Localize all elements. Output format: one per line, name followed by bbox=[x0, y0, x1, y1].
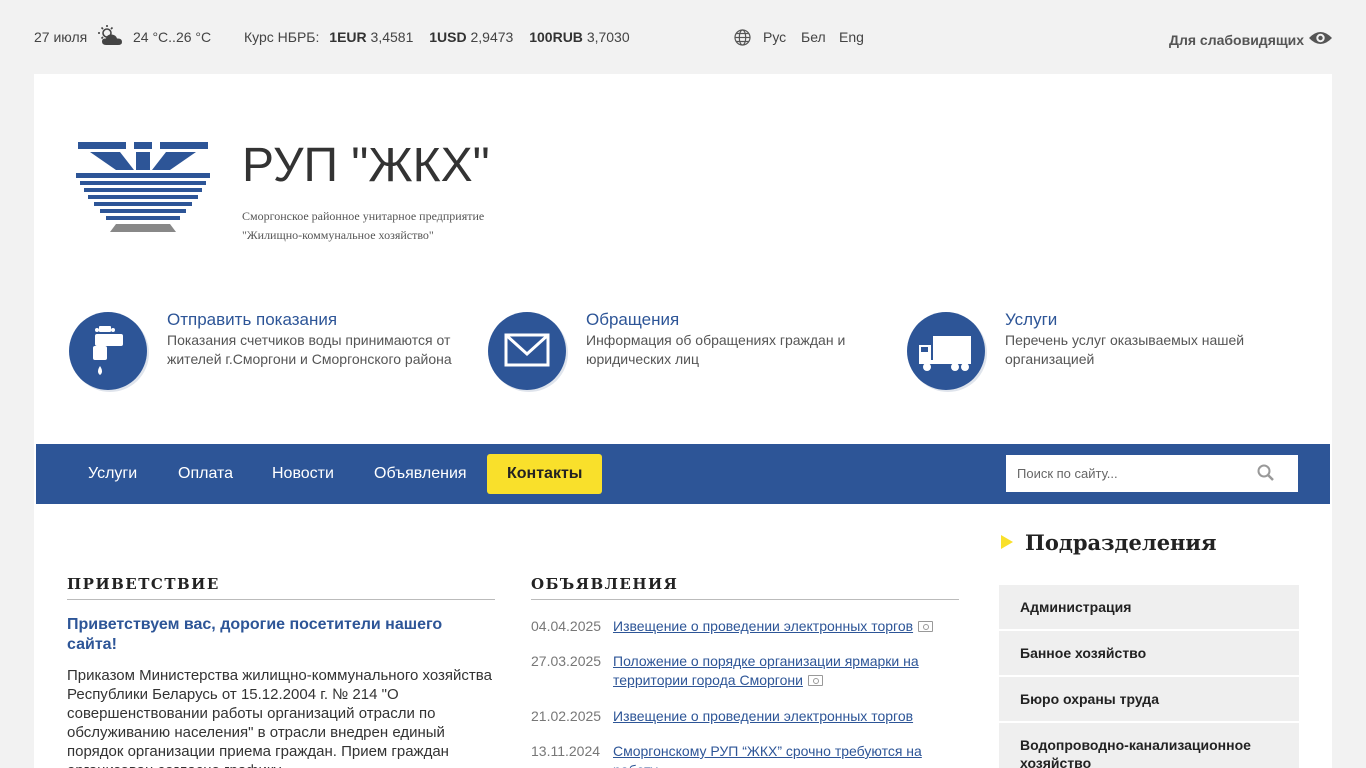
search-input[interactable] bbox=[1006, 455, 1256, 492]
nav-item-announcements[interactable]: Объявления bbox=[354, 454, 487, 494]
nav-item-contacts[interactable]: Контакты bbox=[487, 454, 603, 494]
rate-value: 2,9473 bbox=[470, 29, 514, 45]
welcome-text: Приказом Министерства жилищно-коммунальн… bbox=[67, 667, 492, 768]
sidebar-item-administration[interactable]: Администрация bbox=[999, 585, 1299, 629]
feature-title[interactable]: Отправить показания bbox=[167, 310, 337, 330]
main-nav: Услуги Оплата Новости Объявления Контакт… bbox=[36, 444, 1330, 504]
truck-icon bbox=[919, 336, 971, 371]
image-icon bbox=[807, 674, 823, 686]
temperature: 24 °C..26 °C bbox=[133, 29, 212, 45]
envelope-icon bbox=[504, 333, 550, 367]
sidebar-item-labor-safety[interactable]: Бюро охраны труда bbox=[999, 677, 1299, 721]
nav-item-news[interactable]: Новости bbox=[252, 454, 354, 494]
welcome-heading: ПРИВЕТСТВИЕ bbox=[67, 575, 220, 593]
feature-services[interactable]: Услуги Перечень услуг оказываемых нашей … bbox=[907, 310, 1287, 400]
feature-circle[interactable] bbox=[488, 312, 566, 390]
logo-icon[interactable] bbox=[76, 140, 210, 236]
rate-value: 3,4581 bbox=[370, 29, 414, 45]
eye-icon[interactable] bbox=[1308, 29, 1333, 47]
globe-icon bbox=[734, 29, 751, 46]
feature-circle[interactable] bbox=[69, 312, 147, 390]
top-bar: 27 июля 24 °C..26 °C Курс НБРБ: 1EUR 3,4… bbox=[0, 0, 1366, 74]
announcement-date: 21.02.2025 bbox=[531, 708, 602, 724]
water-tap-icon bbox=[93, 326, 123, 375]
rate-code: 1EUR bbox=[329, 29, 367, 45]
announcement-date: 04.04.2025 bbox=[531, 618, 602, 634]
current-date: 27 июля bbox=[34, 29, 88, 45]
announcement-date: 27.03.2025 bbox=[531, 653, 602, 669]
lang-be[interactable]: Бел bbox=[801, 29, 826, 45]
feature-title[interactable]: Услуги bbox=[1005, 310, 1057, 330]
accessibility-link[interactable]: Для слабовидящих bbox=[1169, 32, 1304, 48]
announcement-link[interactable]: Извещение о проведении электронных торго… bbox=[613, 617, 943, 636]
search-icon[interactable] bbox=[1256, 463, 1276, 483]
rate-code: 100RUB bbox=[529, 29, 583, 45]
lang-en[interactable]: Eng bbox=[839, 29, 864, 45]
sidebar-item-label: Банное хозяйство bbox=[1020, 645, 1147, 661]
image-icon bbox=[918, 620, 934, 632]
divider bbox=[531, 599, 959, 600]
sidebar-item-label: Администрация bbox=[1020, 599, 1132, 615]
announcement-text[interactable]: Извещение о проведении электронных торго… bbox=[613, 708, 913, 724]
feature-description: Информация об обращениях граждан и юриди… bbox=[586, 332, 846, 367]
subtitle-line: "Жилищно-коммунальное хозяйство" bbox=[242, 228, 434, 242]
rates-label: Курс НБРБ: bbox=[244, 29, 320, 45]
rate-value: 3,7030 bbox=[586, 29, 630, 45]
site-subtitle: Сморгонское районное унитарное предприят… bbox=[242, 207, 484, 245]
feature-title[interactable]: Обращения bbox=[586, 310, 679, 330]
feature-description: Показания счетчиков воды принимаются от … bbox=[167, 332, 452, 367]
feature-meter-readings[interactable]: Отправить показания Показания счетчиков … bbox=[69, 310, 452, 400]
announcements-heading: ОБЪЯВЛЕНИЯ bbox=[531, 575, 679, 593]
partly-cloudy-icon bbox=[98, 25, 122, 45]
announcement-text[interactable]: Извещение о проведении электронных торго… bbox=[613, 618, 913, 634]
exchange-rates: Курс НБРБ: 1EUR 3,4581 1USD 2,9473 100RU… bbox=[244, 29, 630, 45]
nav-item-payment[interactable]: Оплата bbox=[158, 454, 253, 494]
subtitle-line: Сморгонское районное унитарное предприят… bbox=[242, 209, 485, 223]
nav-item-services[interactable]: Услуги bbox=[68, 454, 157, 494]
sidebar-item-label: Бюро охраны труда bbox=[1020, 691, 1159, 707]
announcement-link[interactable]: Положение о порядке организации ярмарки … bbox=[613, 652, 943, 690]
lang-ru[interactable]: Рус bbox=[763, 29, 786, 45]
sidebar-item-label: Водопроводно-канализационное хозяйство bbox=[1020, 737, 1251, 768]
welcome-title: Приветствуем вас, дорогие посетители наш… bbox=[67, 616, 443, 653]
sidebar-item-water[interactable]: Водопроводно-канализационное хозяйство bbox=[999, 723, 1299, 768]
site-title: РУП "ЖКХ" bbox=[242, 139, 490, 192]
triangle-marker-icon bbox=[1001, 535, 1013, 549]
feature-circle[interactable] bbox=[907, 312, 985, 390]
announcement-link[interactable]: Сморгонскому РУП “ЖКХ” срочно требуются … bbox=[613, 742, 943, 768]
rate-code: 1USD bbox=[429, 29, 467, 45]
announcement-link[interactable]: Извещение о проведении электронных торго… bbox=[613, 707, 943, 726]
sidebar-title: Подразделения bbox=[1025, 530, 1217, 555]
search-box bbox=[1006, 455, 1298, 492]
announcement-text[interactable]: Положение о порядке организации ярмарки … bbox=[613, 653, 919, 688]
announcement-date: 13.11.2024 bbox=[531, 743, 601, 759]
divider bbox=[67, 599, 495, 600]
feature-appeals[interactable]: Обращения Информация об обращениях гражд… bbox=[488, 310, 868, 400]
announcement-text[interactable]: Сморгонскому РУП “ЖКХ” срочно требуются … bbox=[613, 743, 922, 768]
sidebar-item-bath[interactable]: Банное хозяйство bbox=[999, 631, 1299, 675]
feature-description: Перечень услуг оказываемых нашей организ… bbox=[1005, 332, 1245, 367]
